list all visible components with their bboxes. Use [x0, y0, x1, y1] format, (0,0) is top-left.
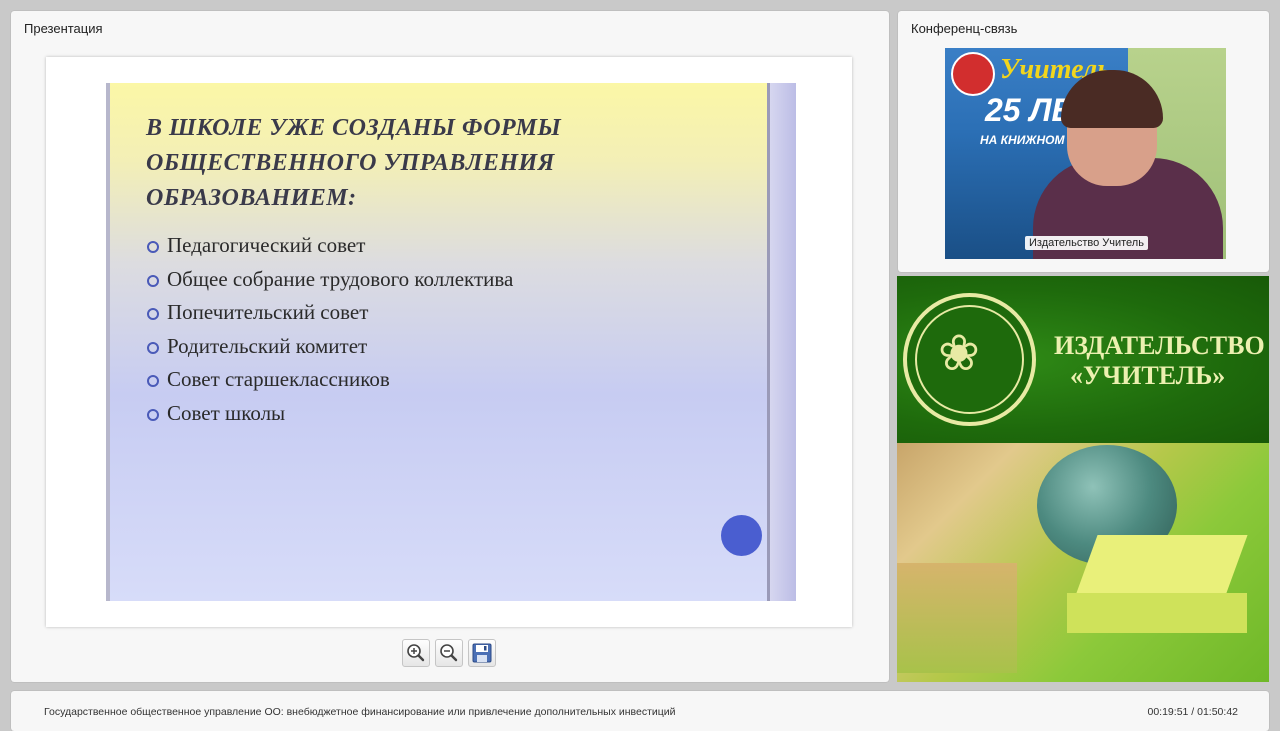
slide-bullet: Педагогический совет — [146, 233, 513, 267]
bullet-circle-icon — [147, 241, 159, 253]
banner-title-line2: «УЧИТЕЛЬ» — [1070, 361, 1226, 390]
slide-bullet-text: Совет старшеклассников — [167, 367, 390, 391]
slide-decorative-circle — [721, 515, 762, 556]
save-icon — [472, 643, 492, 663]
slide: В ШКОЛЕ УЖЕ СОЗДАНЫ ФОРМЫ ОБЩЕСТВЕННОГО … — [106, 83, 796, 601]
open-book-icon: ❀ — [938, 325, 980, 381]
bullet-circle-icon — [147, 408, 159, 421]
slide-right-rule — [767, 83, 770, 601]
banner-title: ИЗДАТЕЛЬСТВО «УЧИТЕЛЬ» — [1054, 331, 1265, 391]
zoom-in-button[interactable] — [402, 639, 430, 667]
footer-bar: Государственное общественное управление … — [11, 691, 1269, 731]
slide-left-rule — [106, 83, 110, 601]
bullet-circle-icon — [147, 274, 159, 287]
slide-bullet-text: Родительский комитет — [167, 333, 368, 358]
slide-bullet-text: Попечительский совет — [167, 300, 369, 324]
publisher-emblem-icon: ❀ — [903, 293, 1036, 426]
zoom-in-icon — [407, 644, 425, 662]
playback-time: 00:19:51 / 01:50:42 — [1147, 706, 1239, 718]
bullet-circle-icon — [147, 375, 159, 387]
slide-bullet-text: Педагогический совет — [167, 233, 366, 257]
publisher-banner: ❀ ИЗДАТЕЛЬСТВО «УЧИТЕЛЬ» — [897, 276, 1269, 682]
presentation-panel: Презентация В ШКОЛЕ УЖЕ СОЗДАНЫ ФОРМЫ ОБ… — [11, 11, 889, 682]
participant-video[interactable]: Учитель 25 ЛЕТ НА КНИЖНОМ Р... РОСС... И… — [945, 48, 1226, 259]
slide-heading-line: В ШКОЛЕ УЖЕ СОЗДАНЫ ФОРМЫ — [146, 115, 562, 141]
slide-bullet: Общее собрание трудового коллектива — [146, 267, 513, 301]
save-button[interactable] — [468, 639, 496, 667]
webinar-title: Государственное общественное управление … — [44, 706, 676, 718]
slide-bullet-text: Общее собрание трудового коллектива — [167, 266, 514, 291]
slide-bullet: Попечительский совет — [146, 300, 513, 334]
slide-heading: В ШКОЛЕ УЖЕ СОЗДАНЫ ФОРМЫ ОБЩЕСТВЕННОГО … — [146, 111, 706, 216]
book-stack-image — [897, 563, 1017, 673]
banner-title-line1: ИЗДАТЕЛЬСТВО — [1054, 331, 1265, 360]
banner-header: ❀ ИЗДАТЕЛЬСТВО «УЧИТЕЛЬ» — [897, 276, 1269, 443]
slide-bullet: Совет школы — [146, 401, 513, 435]
banner-books-image — [897, 443, 1269, 682]
bullet-circle-icon — [147, 341, 159, 354]
open-book-image — [1076, 535, 1248, 593]
conference-panel-title: Конференц-связь — [911, 21, 1018, 36]
slide-heading-line: ОБЩЕСТВЕННОГО УПРАВЛЕНИЯ — [146, 150, 555, 176]
zoom-out-button[interactable] — [435, 639, 463, 667]
zoom-out-icon — [440, 644, 458, 662]
slide-bullet: Родительский комитет — [146, 334, 513, 368]
conference-panel: Конференц-связь Учитель 25 ЛЕТ НА КНИЖНО… — [898, 11, 1269, 272]
slide-bullet: Совет старшеклассников — [146, 367, 513, 401]
slide-frame: В ШКОЛЕ УЖЕ СОЗДАНЫ ФОРМЫ ОБЩЕСТВЕННОГО … — [46, 57, 852, 627]
slide-heading-line: ОБРАЗОВАНИЕМ: — [146, 185, 357, 211]
bullet-circle-icon — [147, 308, 159, 320]
slide-bullet-text: Совет школы — [167, 400, 286, 425]
publisher-logo-icon — [951, 52, 995, 96]
closed-book-image — [1067, 593, 1247, 633]
presentation-panel-title: Презентация — [24, 21, 103, 36]
participant-name-tag: Издательство Учитель — [1025, 236, 1148, 250]
slide-bullet-list: Педагогический совет Общее собрание труд… — [146, 233, 513, 434]
slide-right-band — [768, 83, 796, 601]
